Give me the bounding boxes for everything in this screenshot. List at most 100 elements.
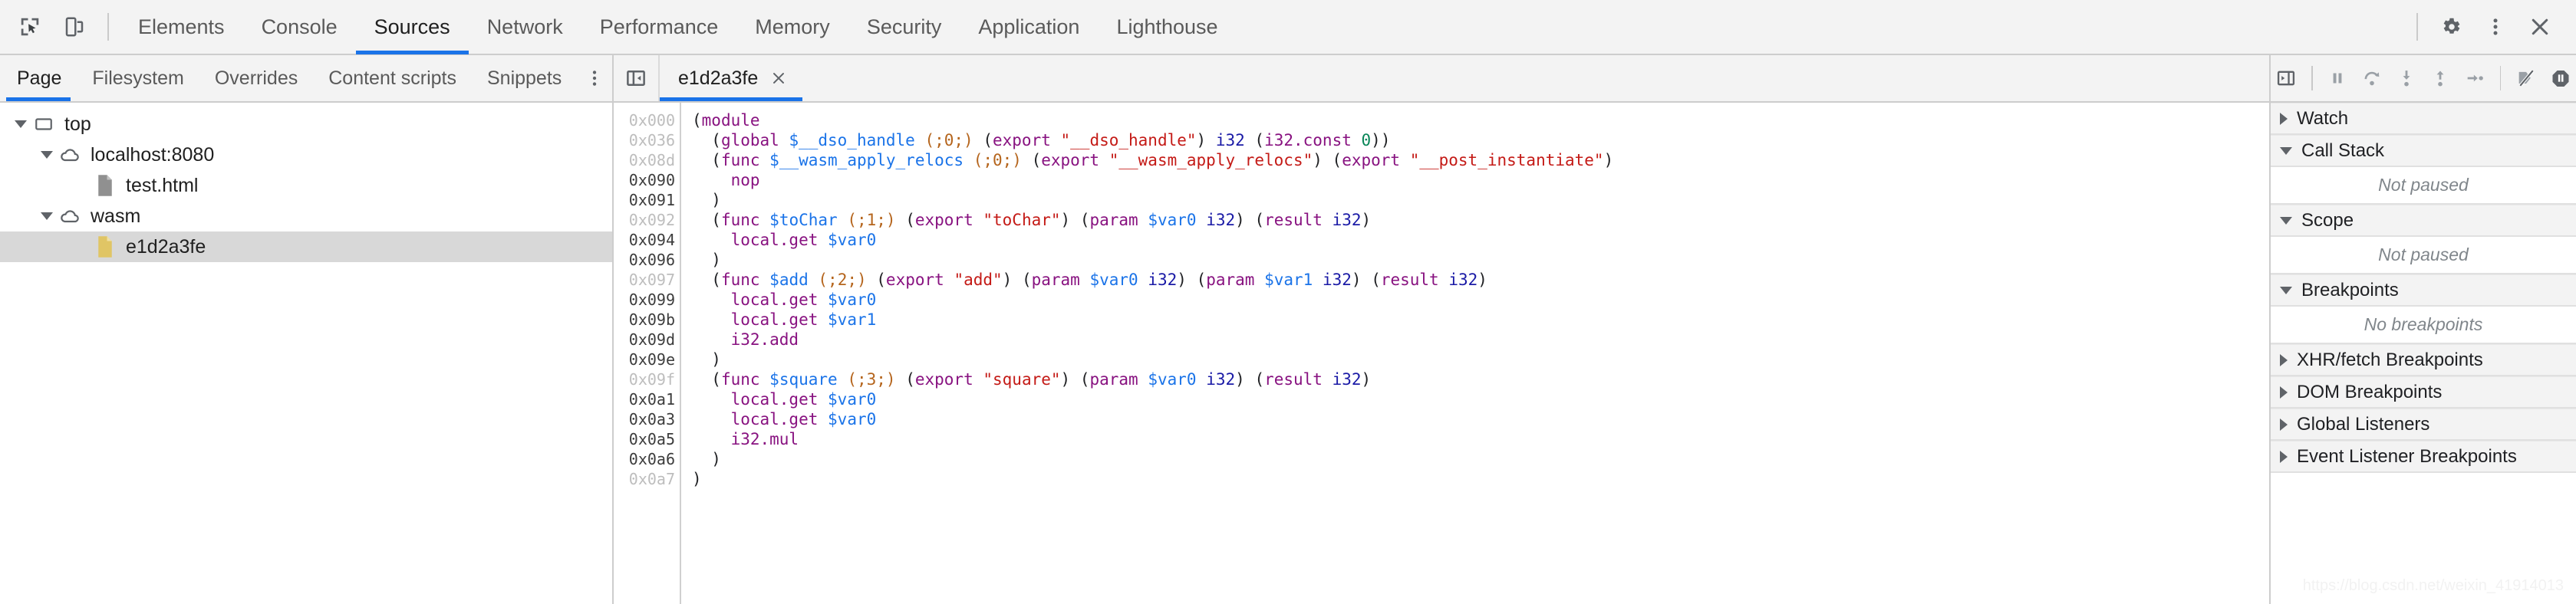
chevron-right-icon[interactable] <box>2280 386 2288 399</box>
section-dom-breakpoints[interactable]: DOM Breakpoints <box>2271 376 2576 409</box>
tree-item-top[interactable]: top <box>0 109 612 140</box>
code-line[interactable]: local.get $var0 <box>692 290 2269 310</box>
gutter-address[interactable]: 0x09e <box>614 350 680 369</box>
gutter-address[interactable]: 0x09f <box>614 369 680 389</box>
tab-console[interactable]: Console <box>243 0 356 54</box>
nav-tab-content-scripts[interactable]: Content scripts <box>313 55 472 101</box>
tree-item-localhost[interactable]: localhost:8080 <box>0 140 612 170</box>
nav-tab-snippets[interactable]: Snippets <box>472 55 577 101</box>
show-debugger-sidebar-icon[interactable] <box>2271 61 2302 96</box>
gutter-address[interactable]: 0x092 <box>614 210 680 230</box>
gutter-address[interactable]: 0x0a3 <box>614 409 680 429</box>
code-line[interactable]: (global $__dso_handle (;0;) (export "__d… <box>692 130 2269 150</box>
chevron-down-icon[interactable] <box>2280 286 2292 294</box>
tree-item-wasm[interactable]: wasm <box>0 201 612 231</box>
close-icon[interactable] <box>770 70 787 87</box>
editor-tab-e1d2a3fe[interactable]: e1d2a3fe <box>660 55 803 101</box>
tree-item-test-html[interactable]: test.html <box>0 170 612 201</box>
code-line[interactable]: local.get $var0 <box>692 389 2269 409</box>
chevron-right-icon[interactable] <box>2280 112 2288 125</box>
gutter-address[interactable]: 0x091 <box>614 190 680 210</box>
inspect-element-icon[interactable] <box>8 5 52 49</box>
gutter-address[interactable]: 0x036 <box>614 130 680 150</box>
section-call-stack[interactable]: Call Stack <box>2271 135 2576 167</box>
code-line[interactable]: (module <box>692 110 2269 130</box>
code-line[interactable]: nop <box>692 170 2269 190</box>
chevron-down-icon[interactable] <box>37 140 57 170</box>
code-line[interactable]: ) <box>692 250 2269 270</box>
gutter-address[interactable]: 0x0a1 <box>614 389 680 409</box>
tab-performance[interactable]: Performance <box>581 0 737 54</box>
address-gutter[interactable]: 0x000 0x036 0x08d 0x090 0x091 0x092 0x094 0x096… <box>614 103 681 604</box>
code-line[interactable]: i32.add <box>692 330 2269 350</box>
code-token: param <box>1206 271 1255 289</box>
pause-script-icon[interactable] <box>2322 61 2354 96</box>
code-line[interactable]: (func $add (;2;) (export "add") (param $… <box>692 270 2269 290</box>
section-breakpoints[interactable]: Breakpoints <box>2271 274 2576 307</box>
chevron-down-icon[interactable] <box>2280 146 2292 155</box>
gear-icon[interactable] <box>2429 5 2473 49</box>
code-line[interactable]: local.get $var0 <box>692 230 2269 250</box>
nav-tab-page[interactable]: Page <box>0 55 77 101</box>
gutter-address[interactable]: 0x090 <box>614 170 680 190</box>
pause-on-exceptions-icon[interactable] <box>2545 61 2576 96</box>
section-scope[interactable]: Scope <box>2271 205 2576 237</box>
section-global-listeners[interactable]: Global Listeners <box>2271 409 2576 441</box>
chevron-down-icon[interactable] <box>11 109 31 140</box>
tab-memory[interactable]: Memory <box>736 0 848 54</box>
code-line[interactable]: (func $toChar (;1;) (export "toChar") (p… <box>692 210 2269 230</box>
gutter-address[interactable]: 0x097 <box>614 270 680 290</box>
section-watch[interactable]: Watch <box>2271 103 2576 135</box>
step-out-icon[interactable] <box>2425 61 2456 96</box>
gutter-address[interactable]: 0x000 <box>614 110 680 130</box>
tab-security[interactable]: Security <box>848 0 960 54</box>
chevron-right-icon[interactable] <box>2280 450 2288 463</box>
chevron-right-icon[interactable] <box>2280 418 2288 431</box>
chevron-down-icon[interactable] <box>37 201 57 231</box>
gutter-address[interactable]: 0x094 <box>614 230 680 250</box>
nav-tab-filesystem[interactable]: Filesystem <box>77 55 199 101</box>
code-line[interactable]: ) <box>692 190 2269 210</box>
code-line[interactable]: local.get $var0 <box>692 409 2269 429</box>
gutter-address[interactable]: 0x0a5 <box>614 429 680 449</box>
code-token: param <box>1031 271 1080 289</box>
gutter-address[interactable]: 0x099 <box>614 290 680 310</box>
code-line[interactable]: ) <box>692 469 2269 489</box>
gutter-address[interactable]: 0x09d <box>614 330 680 350</box>
more-vertical-icon[interactable] <box>577 55 612 101</box>
code-line[interactable]: ) <box>692 350 2269 369</box>
code-line[interactable]: i32.mul <box>692 429 2269 449</box>
deactivate-breakpoints-icon[interactable] <box>2510 61 2541 96</box>
code-content[interactable]: (module (global $__dso_handle (;0;) (exp… <box>681 103 2269 604</box>
tab-application[interactable]: Application <box>960 0 1098 54</box>
code-editor[interactable]: 0x000 0x036 0x08d 0x090 0x091 0x092 0x094 0x096… <box>614 103 2269 604</box>
code-line[interactable]: ) <box>692 449 2269 469</box>
device-toolbar-icon[interactable] <box>52 5 97 49</box>
gutter-address[interactable]: 0x096 <box>614 250 680 270</box>
step-over-icon[interactable] <box>2356 61 2387 96</box>
code-token: ) ( <box>1177 271 1207 289</box>
tree-item-e1d2a3fe[interactable]: e1d2a3fe <box>0 231 612 262</box>
gutter-address[interactable]: 0x0a7 <box>614 469 680 489</box>
code-line[interactable]: (func $__wasm_apply_relocs (;0;) (export… <box>692 150 2269 170</box>
tab-network[interactable]: Network <box>469 0 581 54</box>
collapse-sidebar-icon[interactable] <box>614 55 660 101</box>
tab-lighthouse[interactable]: Lighthouse <box>1098 0 1236 54</box>
step-into-icon[interactable] <box>2390 61 2422 96</box>
code-line[interactable]: local.get $var1 <box>692 310 2269 330</box>
chevron-down-icon[interactable] <box>2280 216 2292 225</box>
more-vertical-icon[interactable] <box>2473 5 2518 49</box>
nav-tab-overrides[interactable]: Overrides <box>199 55 313 101</box>
section-xhr-fetch-breakpoints[interactable]: XHR/fetch Breakpoints <box>2271 344 2576 376</box>
close-icon[interactable] <box>2518 5 2562 49</box>
code-line[interactable]: (func $square (;3;) (export "square") (p… <box>692 369 2269 389</box>
tab-sources[interactable]: Sources <box>355 0 469 54</box>
gutter-address[interactable]: 0x09b <box>614 310 680 330</box>
step-icon[interactable] <box>2459 61 2491 96</box>
tab-elements[interactable]: Elements <box>120 0 243 54</box>
section-event-listener-breakpoints[interactable]: Event Listener Breakpoints <box>2271 441 2576 473</box>
chevron-right-icon[interactable] <box>2280 353 2288 366</box>
gutter-address[interactable]: 0x0a6 <box>614 449 680 469</box>
gutter-address[interactable]: 0x08d <box>614 150 680 170</box>
